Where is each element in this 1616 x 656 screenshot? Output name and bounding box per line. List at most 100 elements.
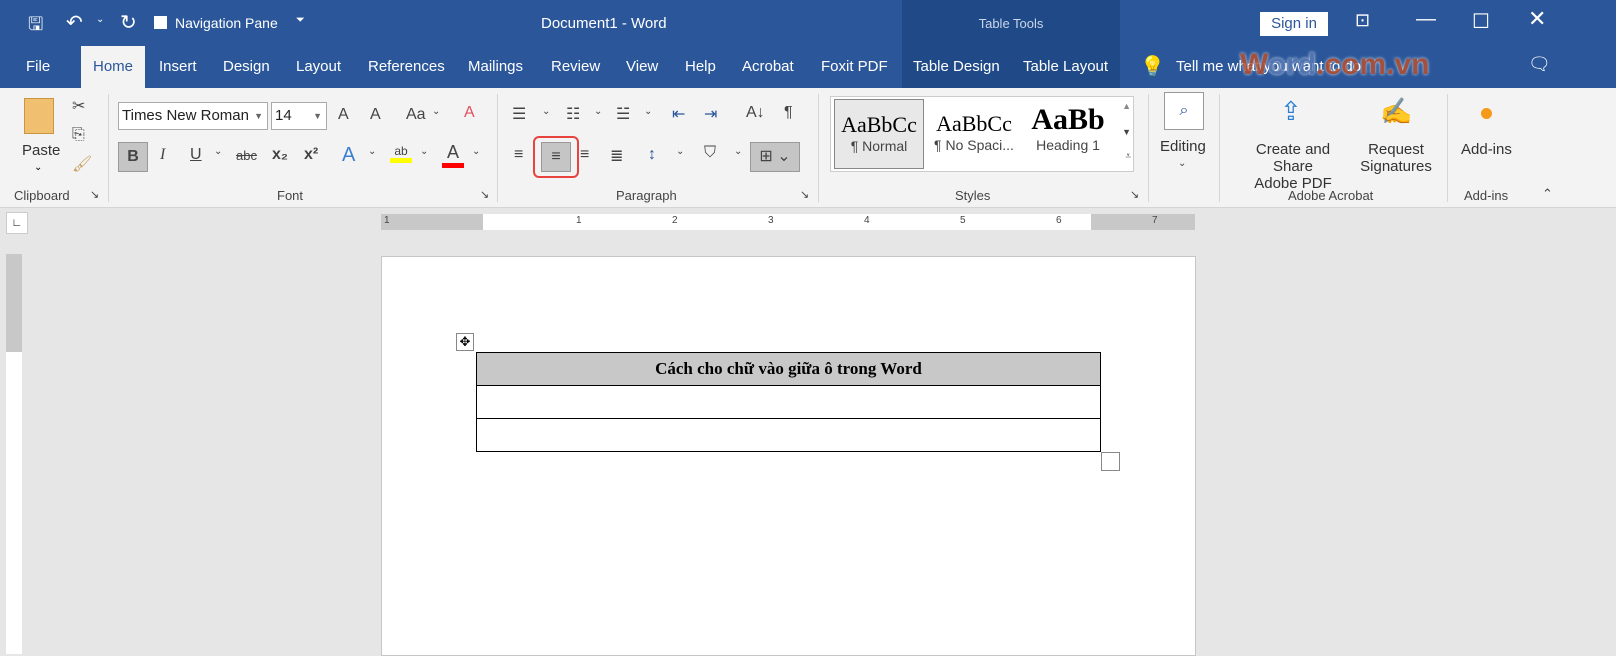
- collapse-ribbon-icon[interactable]: ⌃: [1542, 186, 1553, 202]
- tab-review[interactable]: Review: [545, 46, 606, 88]
- shrink-font-icon[interactable]: A: [370, 106, 381, 124]
- font-name-combo[interactable]: Times New Roman ▼: [118, 102, 268, 130]
- table-cell[interactable]: [476, 418, 1101, 452]
- horizontal-ruler[interactable]: 1 1 2 3 4 5 6 7: [381, 214, 1195, 230]
- subscript-button[interactable]: x₂: [272, 146, 288, 164]
- chevron-down-icon[interactable]: ⌄: [594, 106, 602, 117]
- increase-indent-icon[interactable]: ⇥: [704, 104, 717, 124]
- paste-button[interactable]: Paste: [22, 142, 60, 159]
- undo-icon[interactable]: ↶: [66, 10, 83, 35]
- save-icon[interactable]: 🖫: [28, 12, 43, 42]
- chevron-down-icon[interactable]: ⌄: [734, 146, 742, 157]
- tab-help[interactable]: Help: [679, 46, 722, 88]
- justify-icon[interactable]: ≣: [610, 146, 623, 166]
- sort-icon[interactable]: A↓: [746, 104, 765, 122]
- chevron-down-icon[interactable]: ⌄: [1178, 158, 1186, 169]
- chevron-down-icon[interactable]: ⌄: [644, 106, 652, 117]
- bold-button[interactable]: B: [118, 142, 148, 172]
- grow-font-icon[interactable]: A: [338, 106, 349, 124]
- customize-qat-icon[interactable]: ⏷: [296, 14, 305, 27]
- ribbon-display-options-icon[interactable]: ⊡: [1355, 10, 1370, 31]
- tab-layout[interactable]: Layout: [290, 46, 347, 88]
- minimize-button[interactable]: —: [1416, 8, 1436, 31]
- styles-launcher-icon[interactable]: ↘: [1130, 188, 1139, 201]
- format-painter-icon[interactable]: 🖌: [72, 154, 92, 174]
- add-ins-icon[interactable]: [1481, 108, 1492, 119]
- add-ins-button[interactable]: Add-ins: [1461, 141, 1512, 158]
- chevron-down-icon[interactable]: ⌄: [432, 106, 440, 117]
- numbering-icon[interactable]: ☷: [566, 104, 580, 124]
- style-heading-1[interactable]: AaBb Heading 1: [1023, 99, 1113, 169]
- font-color-icon[interactable]: A: [442, 142, 464, 168]
- decrease-indent-icon[interactable]: ⇤: [672, 104, 685, 124]
- align-center-button[interactable]: ≡: [541, 142, 571, 172]
- text-effects-icon[interactable]: A: [342, 144, 355, 167]
- table-cell[interactable]: Cách cho chữ vào giữa ô trong Word: [476, 352, 1101, 386]
- superscript-button[interactable]: x²: [304, 146, 318, 164]
- chevron-down-icon[interactable]: ⌄: [420, 146, 428, 157]
- document-page[interactable]: [381, 256, 1196, 656]
- font-launcher-icon[interactable]: ↘: [480, 188, 489, 201]
- tab-references[interactable]: References: [362, 46, 451, 88]
- chevron-down-icon[interactable]: ⌄: [368, 146, 376, 157]
- italic-button[interactable]: I: [160, 146, 165, 164]
- tab-foxit-pdf[interactable]: Foxit PDF: [815, 46, 894, 88]
- strikethrough-button[interactable]: abc: [236, 148, 257, 163]
- vertical-ruler[interactable]: [6, 254, 22, 654]
- tab-mailings[interactable]: Mailings: [462, 46, 529, 88]
- nav-pane-checkbox[interactable]: [154, 16, 167, 29]
- close-button[interactable]: ✕: [1528, 6, 1546, 32]
- table-move-handle[interactable]: ✥: [456, 333, 474, 351]
- chevron-down-icon[interactable]: ⌄: [214, 146, 222, 157]
- create-share-pdf-button[interactable]: Create and Share Adobe PDF: [1235, 141, 1351, 192]
- show-formatting-icon[interactable]: ¶: [784, 104, 793, 122]
- chevron-down-icon[interactable]: ⌄: [472, 146, 480, 157]
- clipboard-launcher-icon[interactable]: ↘: [90, 188, 99, 201]
- styles-scroll-up[interactable]: ▲: [1122, 101, 1131, 111]
- tab-selector[interactable]: ∟: [6, 212, 28, 234]
- tab-home[interactable]: Home: [81, 46, 145, 88]
- underline-button[interactable]: U: [190, 146, 202, 164]
- tab-table-design[interactable]: Table Design: [907, 46, 1006, 88]
- maximize-button[interactable]: ☐: [1472, 9, 1490, 34]
- request-signatures-button[interactable]: Request Signatures: [1356, 141, 1436, 175]
- style-no-spacing[interactable]: AaBbCc ¶ No Spaci...: [929, 99, 1019, 169]
- tab-design[interactable]: Design: [217, 46, 276, 88]
- sign-in-button[interactable]: Sign in: [1260, 12, 1328, 36]
- change-case-icon[interactable]: Aa: [406, 106, 426, 124]
- styles-scroll-down[interactable]: ▼: [1122, 127, 1131, 137]
- document-table[interactable]: Cách cho chữ vào giữa ô trong Word: [476, 352, 1101, 452]
- tab-table-layout[interactable]: Table Layout: [1017, 46, 1114, 88]
- chevron-down-icon[interactable]: ⌄: [542, 106, 550, 117]
- create-pdf-icon[interactable]: ⇪: [1280, 96, 1302, 127]
- table-resize-handle[interactable]: [1101, 452, 1120, 471]
- clear-formatting-icon[interactable]: A: [464, 104, 475, 122]
- paste-icon[interactable]: [24, 98, 54, 134]
- style-normal[interactable]: AaBbCc ¶ Normal: [834, 99, 924, 169]
- line-spacing-icon[interactable]: ↕: [648, 146, 656, 164]
- bullets-icon[interactable]: ☰: [512, 104, 526, 124]
- paste-dropdown-icon[interactable]: ⌄: [34, 162, 42, 173]
- tab-file[interactable]: File: [20, 46, 56, 88]
- request-signatures-icon[interactable]: ✍: [1380, 96, 1412, 127]
- highlight-color-icon[interactable]: ab: [390, 144, 412, 163]
- tab-acrobat[interactable]: Acrobat: [736, 46, 800, 88]
- comments-icon[interactable]: 🗨: [1528, 54, 1551, 75]
- table-cell[interactable]: [476, 385, 1101, 419]
- shading-icon[interactable]: ⛉: [704, 144, 716, 162]
- paragraph-launcher-icon[interactable]: ↘: [800, 188, 809, 201]
- styles-more[interactable]: ⩡: [1125, 151, 1131, 162]
- tab-insert[interactable]: Insert: [153, 46, 203, 88]
- multilevel-list-icon[interactable]: ☱: [616, 104, 630, 124]
- tab-view[interactable]: View: [620, 46, 664, 88]
- copy-icon[interactable]: ⎘: [72, 126, 85, 144]
- editing-button[interactable]: Editing: [1160, 138, 1206, 155]
- borders-button[interactable]: ⊞ ⌄: [750, 142, 800, 172]
- align-left-icon[interactable]: ≡: [514, 146, 523, 164]
- chevron-down-icon[interactable]: ⌄: [676, 146, 684, 157]
- search-icon[interactable]: ⌕: [1164, 92, 1204, 130]
- redo-icon[interactable]: ↻: [120, 10, 137, 35]
- cut-icon[interactable]: ✂: [72, 96, 85, 116]
- undo-dropdown-icon[interactable]: ⌄: [96, 14, 104, 25]
- align-right-icon[interactable]: ≡: [580, 146, 589, 164]
